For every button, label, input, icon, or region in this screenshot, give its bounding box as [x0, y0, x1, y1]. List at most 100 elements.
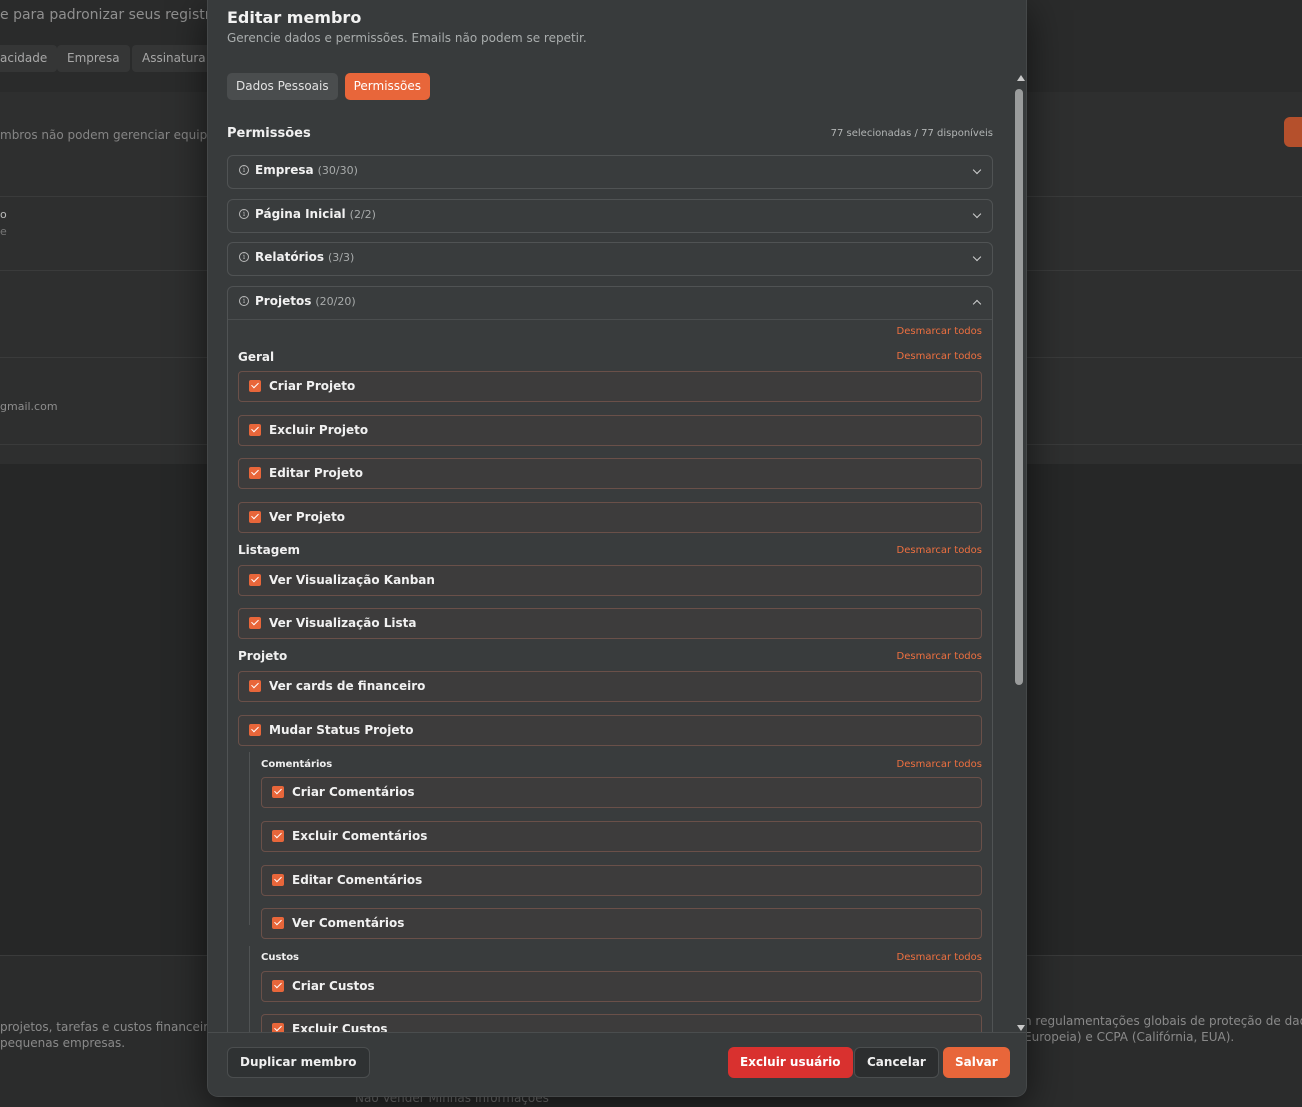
section-body-projetos: Desmarcar todos Geral Desmarcar todos Cr… — [228, 319, 992, 1032]
section-header-pagina-inicial[interactable]: i Página Inicial (2/2) — [228, 200, 992, 232]
permission-label: Editar Comentários — [292, 873, 423, 887]
section-empresa: i Empresa (30/30) — [227, 155, 993, 189]
scroll-up-arrow-icon[interactable] — [1017, 75, 1025, 81]
section-projetos: i Projetos (20/20) Desmarcar todos Geral … — [227, 286, 993, 1032]
permission-label: Excluir Comentários — [292, 829, 428, 843]
permissions-count: 77 selecionadas / 77 disponíveis — [830, 128, 993, 139]
checkbox-checked[interactable] — [249, 680, 261, 692]
permission-label: Criar Custos — [292, 979, 375, 993]
section-header-projetos[interactable]: i Projetos (20/20) — [228, 287, 992, 319]
section-title: Relatórios (3/3) — [255, 250, 355, 264]
checkbox-checked[interactable] — [249, 467, 261, 479]
unmark-all-projeto[interactable]: Desmarcar todos — [897, 651, 982, 662]
permission-label: Excluir Projeto — [269, 423, 369, 437]
permission-ver-lista[interactable]: Ver Visualização Lista — [238, 608, 982, 639]
unmark-all-geral[interactable]: Desmarcar todos — [897, 351, 982, 362]
nested-indent-line — [249, 946, 250, 1032]
edit-member-modal: Editar membro Gerencie dados e permissõe… — [208, 0, 1026, 1096]
permission-mudar-status[interactable]: Mudar Status Projeto — [238, 715, 982, 746]
tab-permissions[interactable]: Permissões — [344, 73, 431, 100]
group-title-custos: Custos — [261, 952, 300, 963]
background-tab-capacidade[interactable]: acidade — [0, 45, 58, 72]
chevron-down-icon — [972, 252, 982, 262]
background-subtitle: e para padronizar seus registros. — [0, 7, 231, 23]
modal-footer: Duplicar membro Excluir usuário Cancelar… — [208, 1032, 1026, 1096]
chevron-down-icon — [972, 165, 982, 175]
checkbox-checked[interactable] — [272, 874, 284, 886]
checkbox-checked[interactable] — [272, 1023, 284, 1032]
info-icon: i — [239, 209, 249, 219]
permission-ver-projeto[interactable]: Ver Projeto — [238, 502, 982, 533]
group-title-listagem: Listagem — [238, 543, 300, 557]
background-tab-empresa[interactable]: Empresa — [57, 45, 130, 72]
unmark-all-projetos[interactable]: Desmarcar todos — [897, 326, 982, 337]
section-count: (30/30) — [317, 164, 358, 177]
section-title: Empresa (30/30) — [255, 163, 358, 177]
permission-ver-comentarios[interactable]: Ver Comentários — [261, 908, 982, 939]
background-note: mbros não podem gerenciar equipe o — [0, 128, 226, 142]
permission-label: Ver cards de financeiro — [269, 679, 426, 693]
permission-editar-comentarios[interactable]: Editar Comentários — [261, 865, 982, 896]
checkbox-checked[interactable] — [249, 424, 261, 436]
permission-label: Ver Comentários — [292, 916, 405, 930]
footer-left-line-1: projetos, tarefas e custos financeiros — [0, 1020, 222, 1034]
checkbox-checked[interactable] — [272, 786, 284, 798]
checkbox-checked[interactable] — [272, 830, 284, 842]
checkbox-checked[interactable] — [249, 511, 261, 523]
section-count: (20/20) — [315, 295, 356, 308]
permission-ver-cards-financeiro[interactable]: Ver cards de financeiro — [238, 671, 982, 702]
checkbox-checked[interactable] — [249, 574, 261, 586]
permissions-heading: Permissões — [227, 126, 311, 141]
checkbox-checked[interactable] — [272, 980, 284, 992]
modal-scroll-area[interactable]: Dados Pessoais Permissões Permissões 77 … — [208, 70, 1026, 1032]
section-header-relatorios[interactable]: i Relatórios (3/3) — [228, 243, 992, 275]
permission-label: Criar Projeto — [269, 379, 356, 393]
section-header-empresa[interactable]: i Empresa (30/30) — [228, 156, 992, 188]
group-title-geral: Geral — [238, 350, 275, 364]
save-button[interactable]: Salvar — [943, 1047, 1010, 1078]
section-relatorios: i Relatórios (3/3) — [227, 242, 993, 276]
background-row-email: gmail.com — [0, 400, 58, 413]
permission-ver-kanban[interactable]: Ver Visualização Kanban — [238, 565, 982, 596]
permission-criar-comentarios[interactable]: Criar Comentários — [261, 777, 982, 808]
checkbox-checked[interactable] — [272, 917, 284, 929]
cancel-button[interactable]: Cancelar — [854, 1047, 939, 1078]
info-icon: i — [239, 165, 249, 175]
background-add-button[interactable] — [1284, 117, 1302, 147]
delete-user-button[interactable]: Excluir usuário — [728, 1047, 853, 1078]
modal-title: Editar membro — [227, 8, 362, 27]
permission-criar-projeto[interactable]: Criar Projeto — [238, 371, 982, 402]
unmark-all-listagem[interactable]: Desmarcar todos — [897, 545, 982, 556]
checkbox-checked[interactable] — [249, 380, 261, 392]
permission-excluir-custos[interactable]: Excluir Custos — [261, 1014, 982, 1032]
checkbox-checked[interactable] — [249, 617, 261, 629]
background-tab-assinatura[interactable]: Assinatura — [132, 45, 216, 72]
scroll-down-arrow-icon[interactable] — [1017, 1025, 1025, 1031]
permission-criar-custos[interactable]: Criar Custos — [261, 971, 982, 1002]
unmark-all-custos[interactable]: Desmarcar todos — [897, 952, 982, 963]
modal-scrollbar[interactable] — [1014, 75, 1026, 1031]
section-count: (2/2) — [349, 208, 376, 221]
background-row-role: e — [0, 225, 7, 238]
background-footer-right: n regulamentações globais de proteção de… — [1024, 1013, 1302, 1045]
group-title-comentarios: Comentários — [261, 759, 333, 770]
modal-subtitle: Gerencie dados e permissões. Emails não … — [227, 31, 587, 45]
checkbox-checked[interactable] — [249, 724, 261, 736]
permission-label: Mudar Status Projeto — [269, 723, 414, 737]
chevron-down-icon — [972, 209, 982, 219]
permission-label: Ver Visualização Lista — [269, 616, 417, 630]
unmark-all-comentarios[interactable]: Desmarcar todos — [897, 759, 982, 770]
background-footer-left: projetos, tarefas e custos financeiros p… — [0, 1019, 222, 1051]
tab-personal-data[interactable]: Dados Pessoais — [227, 73, 338, 100]
section-title: Página Inicial (2/2) — [255, 207, 376, 221]
duplicate-member-button[interactable]: Duplicar membro — [227, 1047, 370, 1078]
background-row-name: o — [0, 208, 7, 221]
scrollbar-thumb[interactable] — [1015, 89, 1023, 685]
permission-editar-projeto[interactable]: Editar Projeto — [238, 458, 982, 489]
group-title-projeto: Projeto — [238, 649, 288, 663]
nested-indent-line — [249, 752, 250, 925]
footer-left-line-2: pequenas empresas. — [0, 1036, 126, 1050]
modal-tabs: Dados Pessoais Permissões — [227, 73, 431, 100]
permission-excluir-comentarios[interactable]: Excluir Comentários — [261, 821, 982, 852]
permission-excluir-projeto[interactable]: Excluir Projeto — [238, 415, 982, 446]
